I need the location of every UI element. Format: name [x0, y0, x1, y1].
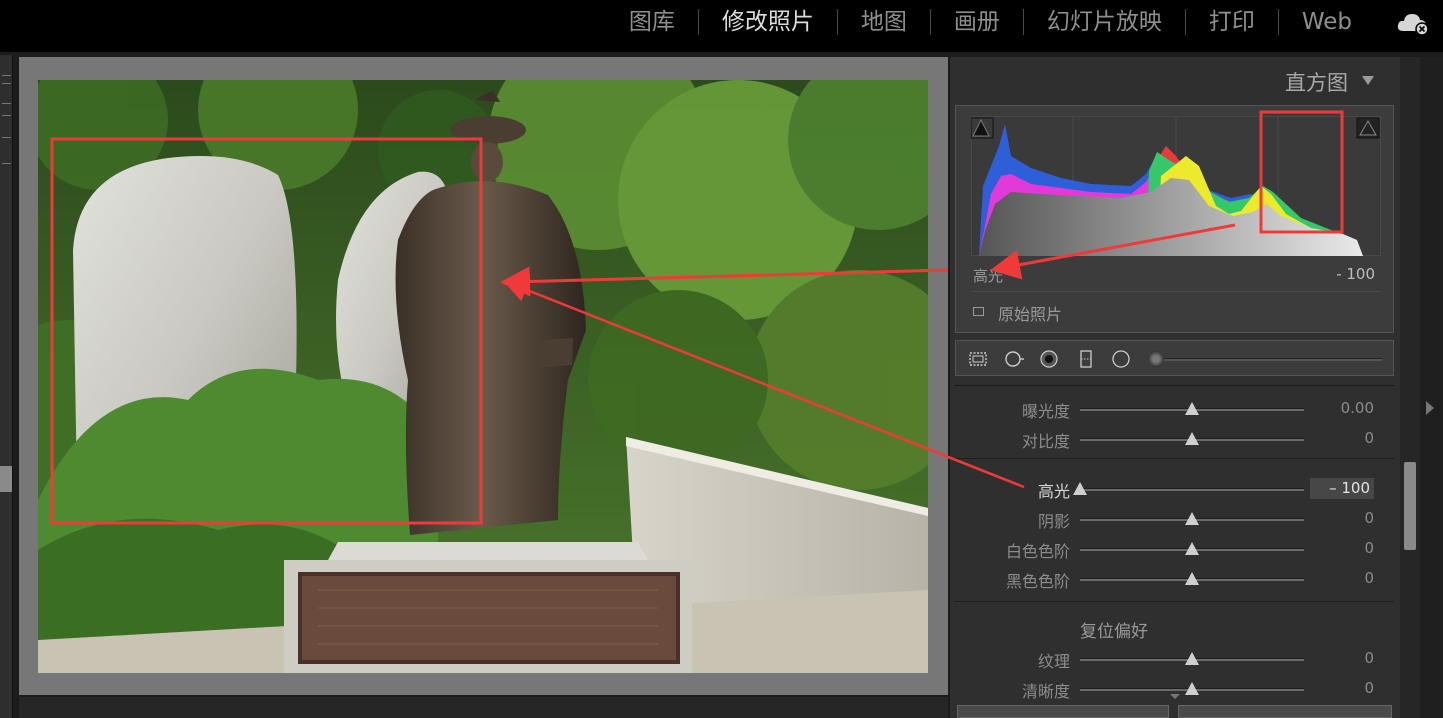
slider-thumb[interactable]	[1185, 432, 1199, 445]
slider-value[interactable]: – 100	[1310, 478, 1374, 499]
reset-button[interactable]	[1178, 705, 1392, 718]
graduated-filter-icon[interactable]	[1076, 349, 1096, 369]
left-panel-scroll-thumb[interactable]	[0, 466, 12, 492]
slider-thumb[interactable]	[1185, 512, 1199, 525]
slider-track[interactable]	[1080, 488, 1304, 491]
module-tab[interactable]: 地图	[838, 6, 930, 38]
adjustment-brush-icon[interactable]	[1148, 351, 1164, 367]
module-tab[interactable]: Web	[1279, 6, 1375, 38]
slider-thumb[interactable]	[1073, 482, 1087, 495]
slider-value[interactable]: 0	[1314, 539, 1374, 557]
histogram-header[interactable]: 直方图	[950, 57, 1400, 103]
histogram-panel: 高光 - 100 原始照片	[955, 105, 1394, 333]
original-photo-label[interactable]: 原始照片	[998, 301, 1062, 325]
slider-thumb[interactable]	[1185, 572, 1199, 585]
slider-label: 阴影	[1037, 512, 1070, 531]
radial-filter-icon[interactable]	[1111, 349, 1131, 369]
bottom-buttons	[957, 705, 1392, 718]
histogram-title: 直方图	[1285, 71, 1348, 95]
right-panel-scroll-thumb[interactable]	[1404, 462, 1416, 550]
basic-panel: 曝光度 0.00 对比度 0 高光 – 100 阴影 0 白色色阶 0 黑色色阶 0 复位偏好 纹理 0 清晰…	[955, 385, 1394, 718]
module-tab[interactable]: 画册	[931, 6, 1023, 38]
slider-value[interactable]: 0	[1314, 569, 1374, 587]
adjustment-brush-track[interactable]	[1156, 358, 1382, 361]
histogram-region-label: 高光	[973, 267, 1004, 285]
original-photo-checkbox[interactable]	[973, 307, 984, 316]
filmstrip-edge	[19, 697, 948, 718]
module-tab[interactable]: 幻灯片放映	[1024, 6, 1185, 38]
group-divider	[955, 601, 1394, 602]
lightroom-develop-window: 图库 修改照片 地图 画册 幻灯片放映 打印 Web 直方图 高光 - 100 …	[0, 0, 1443, 718]
right-panel-scrollbar[interactable]	[1400, 57, 1420, 718]
right-edge-strip	[1420, 57, 1443, 718]
previous-button[interactable]	[957, 705, 1169, 718]
slider-value[interactable]: 0.00	[1314, 399, 1374, 417]
divider	[971, 291, 1381, 292]
slider-label: 纹理	[1037, 652, 1070, 671]
image-canvas[interactable]	[19, 57, 948, 695]
group-divider	[955, 458, 1394, 459]
slider-value[interactable]: 0	[1314, 509, 1374, 527]
photo-preview	[38, 80, 928, 673]
develop-right-panel: 直方图 高光 - 100 原始照片 曝光度 0.00 对比度 0 高光 – 10…	[950, 57, 1400, 718]
module-tab[interactable]: 图库	[606, 6, 698, 38]
slider-value[interactable]: 0	[1314, 679, 1374, 697]
expand-right-arrow-icon[interactable]	[1426, 401, 1434, 415]
slider-label: 高光	[1037, 482, 1070, 501]
module-tab[interactable]: 修改照片	[699, 6, 837, 38]
slider-label: 黑色色阶	[1005, 572, 1070, 591]
module-list: 图库 修改照片 地图 画册 幻灯片放映 打印 Web	[606, 6, 1375, 38]
spot-removal-icon[interactable]	[1004, 349, 1024, 369]
develop-tool-strip	[955, 340, 1394, 376]
presence-section-title[interactable]: 复位偏好	[1080, 617, 1148, 642]
slider-label: 白色色阶	[1005, 542, 1070, 561]
slider-label: 对比度	[1021, 432, 1070, 451]
slider-thumb[interactable]	[1185, 652, 1199, 665]
slider-value[interactable]: 0	[1314, 429, 1374, 447]
module-picker-bar: 图库 修改照片 地图 画册 幻灯片放映 打印 Web	[0, 0, 1443, 52]
slider-label: 曝光度	[1021, 402, 1070, 421]
histogram-region-value: - 100	[1336, 265, 1375, 283]
red-eye-icon[interactable]	[1039, 349, 1059, 369]
module-tab[interactable]: 打印	[1186, 6, 1278, 38]
slider-label: 清晰度	[1021, 682, 1070, 701]
panel-end-marker-icon	[1170, 694, 1180, 699]
panel-collapse-icon[interactable]	[1362, 76, 1374, 85]
slider-value[interactable]: 0	[1314, 649, 1374, 667]
slider-thumb[interactable]	[1185, 682, 1199, 695]
slider-thumb[interactable]	[1185, 402, 1199, 415]
histogram-graph[interactable]	[971, 116, 1381, 256]
left-panel-collapsed	[0, 55, 13, 718]
crop-overlay-icon[interactable]	[968, 349, 988, 369]
cloud-sync-error-icon[interactable]	[1395, 9, 1431, 37]
slider-thumb[interactable]	[1185, 542, 1199, 555]
